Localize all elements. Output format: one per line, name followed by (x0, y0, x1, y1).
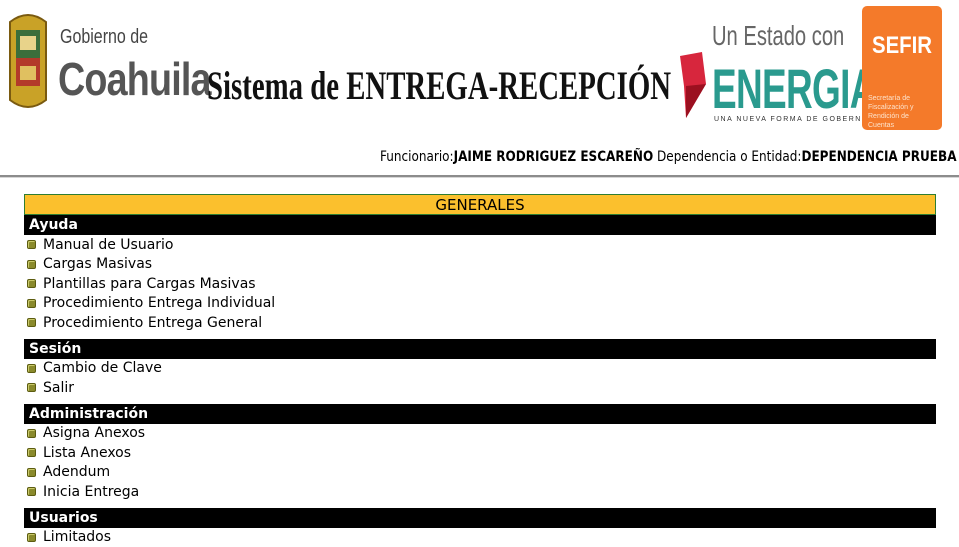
menu-item-label: Salir (43, 380, 74, 396)
header-divider-shadow (0, 177, 959, 178)
menu-item-label: Procedimiento Entrega General (43, 315, 262, 331)
bullet-icon (27, 448, 36, 457)
bullet-icon (27, 383, 36, 392)
section-ayuda: Ayuda (24, 215, 936, 235)
menu-item-cargas-masivas[interactable]: Cargas Masivas (24, 255, 936, 275)
section-sesion: Sesión (24, 339, 936, 359)
menu-item-manual-usuario[interactable]: Manual de Usuario (24, 235, 936, 255)
menu-item-salir[interactable]: Salir (24, 378, 936, 398)
bullet-icon (27, 533, 36, 542)
menu-item-asigna-anexos[interactable]: Asigna Anexos (24, 424, 936, 444)
dependencia-value: DEPENDENCIA PRUEBA (801, 149, 956, 165)
generales-menu: GENERALES Ayuda Manual de Usuario Cargas… (24, 194, 936, 547)
sefir-subtitle: Secretaría de Fiscalización y Rendición … (868, 94, 936, 130)
bullet-icon (27, 279, 36, 288)
energia-logo-text: ENERGIA (712, 56, 876, 121)
user-info-line: Funcionario:JAIME RODRIGUEZ ESCAREÑO Dep… (380, 149, 957, 165)
menu-item-label: Limitados (43, 529, 111, 545)
sefir-title: SEFIR (868, 32, 936, 60)
menu-item-procedimiento-individual[interactable]: Procedimiento Entrega Individual (24, 294, 936, 314)
menu-item-procedimiento-general[interactable]: Procedimiento Entrega General (24, 313, 936, 333)
bullet-icon (27, 299, 36, 308)
bullet-icon (27, 429, 36, 438)
menu-item-label: Procedimiento Entrega Individual (43, 295, 275, 311)
dependencia-label: Dependencia o Entidad: (657, 149, 801, 165)
coahuila-seal-icon (6, 8, 50, 114)
section-usuarios: Usuarios (24, 508, 936, 528)
funcionario-label: Funcionario: (380, 149, 454, 165)
gobierno-label: Gobierno de (60, 26, 148, 49)
menu-item-lista-anexos[interactable]: Lista Anexos (24, 443, 936, 463)
menu-item-label: Manual de Usuario (43, 237, 173, 253)
estado-con-label: Un Estado con (712, 20, 844, 52)
menu-item-label: Adendum (43, 464, 110, 480)
generales-title: GENERALES (24, 194, 936, 215)
system-title: Sistema de ENTREGA-RECEPCIÓN (207, 62, 671, 109)
menu-item-limitados[interactable]: Limitados (24, 528, 936, 547)
menu-item-cambio-clave[interactable]: Cambio de Clave (24, 359, 936, 379)
menu-item-label: Inicia Entrega (43, 484, 139, 500)
menu-item-label: Asigna Anexos (43, 425, 145, 441)
menu-item-plantillas-cargas[interactable]: Plantillas para Cargas Masivas (24, 274, 936, 294)
section-administracion: Administración (24, 404, 936, 424)
funcionario-value: JAIME RODRIGUEZ ESCAREÑO (454, 149, 654, 165)
bullet-icon (27, 468, 36, 477)
menu-item-inicia-entrega[interactable]: Inicia Entrega (24, 482, 936, 502)
energia-arrow-icon (676, 46, 712, 122)
bullet-icon (27, 487, 36, 496)
menu-item-label: Lista Anexos (43, 445, 131, 461)
bullet-icon (27, 364, 36, 373)
menu-item-label: Cargas Masivas (43, 256, 152, 272)
bullet-icon (27, 260, 36, 269)
coahuila-label: Coahuila (58, 52, 211, 106)
sefir-logo: SEFIR Secretaría de Fiscalización y Rend… (862, 6, 942, 130)
energia-tagline: UNA NUEVA FORMA DE GOBERNAR (714, 116, 875, 123)
menu-item-label: Plantillas para Cargas Masivas (43, 276, 256, 292)
bullet-icon (27, 240, 36, 249)
header-banner: Gobierno de Coahuila Sistema de ENTREGA-… (0, 0, 959, 140)
bullet-icon (27, 318, 36, 327)
menu-item-adendum[interactable]: Adendum (24, 463, 936, 483)
menu-item-label: Cambio de Clave (43, 360, 162, 376)
